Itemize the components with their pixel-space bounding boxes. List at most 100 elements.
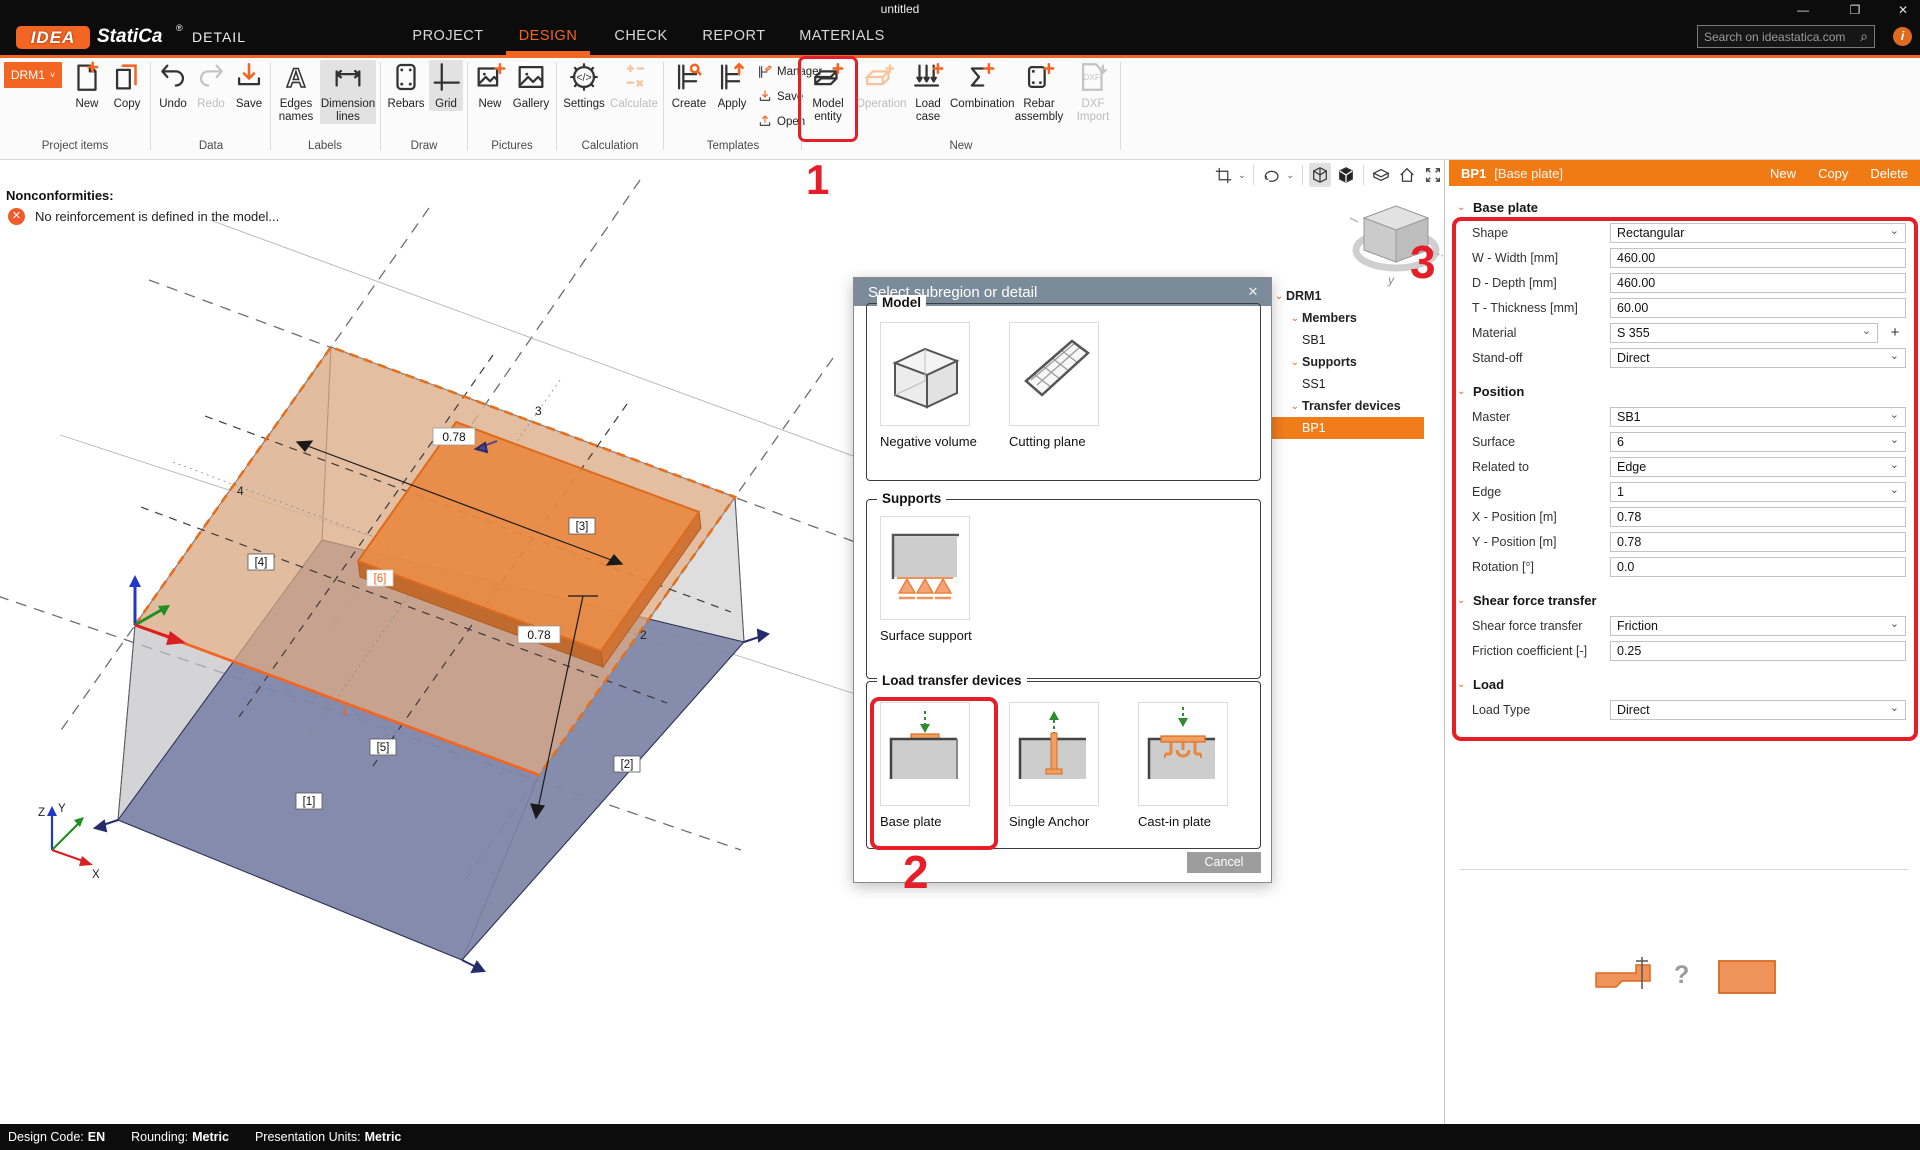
tree-item-sb1[interactable]: SB1 [1272, 329, 1444, 351]
template-create-button[interactable]: Create [668, 60, 710, 111]
section-header-shear-force-transfer[interactable]: ⌄ Shear force transfer [1457, 589, 1920, 611]
template-apply-button[interactable]: Apply [712, 60, 752, 111]
dialog-card-surface-support[interactable]: Surface support [880, 516, 970, 643]
chevron-down-icon: ⌄ [1457, 202, 1473, 213]
maximize-icon[interactable]: ❐ [1838, 0, 1872, 20]
dimension-lines-toggle[interactable]: Dimension lines [320, 60, 376, 124]
load-type-dropdown[interactable]: Direct [1610, 700, 1906, 720]
tab-project[interactable]: PROJECT [400, 20, 496, 55]
dialog-close-icon[interactable]: ✕ [1243, 282, 1263, 302]
redo-button[interactable]: Redo [193, 60, 229, 111]
section-header-position[interactable]: ⌄ Position [1457, 380, 1920, 402]
crop-dropdown-icon[interactable]: ⌄ [1238, 170, 1247, 181]
crop-view-icon[interactable] [1212, 163, 1234, 187]
material-dropdown[interactable]: S 355 [1610, 323, 1878, 343]
master-dropdown[interactable]: SB1 [1610, 407, 1906, 427]
rebar-assembly-button[interactable]: Rebar assembly [1010, 60, 1068, 124]
template-save-button[interactable]: Save [757, 89, 803, 105]
rotate-dropdown-icon[interactable]: ⌄ [1286, 170, 1295, 181]
model-entity-button[interactable]: Model entity [806, 60, 850, 124]
w-width-mm-input[interactable]: 460.00 [1610, 248, 1906, 268]
tree-group-members[interactable]: ⌄Members [1272, 307, 1444, 329]
section-header-load[interactable]: ⌄ Load [1457, 673, 1920, 695]
friction-coefficient-input[interactable]: 0.25 [1610, 641, 1906, 661]
combination-button[interactable]: Combination [950, 60, 1008, 111]
section-view-icon[interactable] [1370, 163, 1392, 187]
load-case-button[interactable]: Load case [908, 60, 948, 124]
dialog-card-base-plate[interactable]: Base plate [880, 702, 970, 829]
calculator-icon [609, 60, 659, 96]
property-label: Shape [1472, 226, 1610, 240]
tab-materials[interactable]: MATERIALS [790, 20, 894, 55]
wireframe-view-icon[interactable] [1309, 163, 1331, 187]
cancel-button[interactable]: Cancel [1187, 852, 1261, 873]
question-hint: ? [1674, 961, 1689, 990]
sigma-icon [950, 60, 1008, 96]
svg-text:[3]: [3] [576, 521, 589, 533]
calculate-button[interactable]: Calculate [609, 60, 659, 111]
close-icon[interactable]: ✕ [1886, 0, 1920, 20]
dxf-import-button[interactable]: DXF DXF Import [1070, 60, 1116, 124]
t-thickness-mm-input[interactable]: 60.00 [1610, 298, 1906, 318]
new-project-item-button[interactable]: New [68, 60, 106, 111]
save-button[interactable]: Save [231, 60, 267, 111]
dialog-group-load-transfer-devices: Load transfer devices Base plate Single … [866, 681, 1261, 849]
shape-dropdown[interactable]: Rectangular [1610, 223, 1906, 243]
undo-button[interactable]: Undo [155, 60, 191, 111]
shear-force-transfer-dropdown[interactable]: Friction [1610, 616, 1906, 636]
tree-item-ss1[interactable]: SS1 [1272, 373, 1444, 395]
template-apply-icon [712, 60, 752, 96]
surface-dropdown[interactable]: 6 [1610, 432, 1906, 452]
property-label: W - Width [mm] [1472, 251, 1610, 265]
copy-project-item-button[interactable]: Copy [108, 60, 146, 111]
x-position-m-input[interactable]: 0.78 [1610, 507, 1906, 527]
y-position-m-input[interactable]: 0.78 [1610, 532, 1906, 552]
operation-button[interactable]: Operation [856, 60, 904, 111]
solid-view-icon[interactable] [1335, 163, 1357, 187]
related-to-dropdown[interactable]: Edge [1610, 457, 1906, 477]
tab-report[interactable]: REPORT [692, 20, 776, 55]
tree-group-transfer-devices[interactable]: ⌄Transfer devices [1272, 395, 1444, 417]
fullscreen-icon[interactable] [1422, 163, 1444, 187]
nonconformity-item: ✕ No reinforcement is defined in the mod… [8, 208, 279, 225]
stand-off-dropdown[interactable]: Direct [1610, 348, 1906, 368]
tree-item-bp1[interactable]: BP1 [1272, 417, 1424, 439]
new-picture-button[interactable]: New [472, 60, 508, 111]
template-open-button[interactable]: Open [757, 114, 805, 130]
edges-names-toggle[interactable]: A Edges names [274, 60, 318, 124]
d-depth-mm-input[interactable]: 460.00 [1610, 273, 1906, 293]
gallery-button[interactable]: Gallery [510, 60, 552, 111]
property-panel: BP1 [Base plate] New Copy Delete ⌄ Base … [1449, 160, 1920, 1124]
panel-copy-button[interactable]: Copy [1818, 166, 1848, 181]
rotate-view-icon[interactable] [1260, 163, 1282, 187]
settings-button[interactable]: </> Settings [561, 60, 607, 111]
grid-toggle[interactable]: Grid [429, 60, 463, 111]
card-label: Single Anchor [1009, 814, 1099, 829]
dialog-card-cutting-plane[interactable]: Cutting plane [1009, 322, 1099, 449]
tab-design[interactable]: DESIGN [506, 20, 590, 55]
rebars-button[interactable]: Rebars [385, 60, 427, 111]
edge-dropdown[interactable]: 1 [1610, 482, 1906, 502]
picture-add-icon [472, 60, 508, 96]
tab-check[interactable]: CHECK [604, 20, 678, 55]
add-material-button[interactable]: + [1885, 323, 1905, 343]
tree-group-supports[interactable]: ⌄Supports [1272, 351, 1444, 373]
dialog-card-cast-in-plate[interactable]: Cast-in plate [1138, 702, 1228, 829]
info-icon[interactable]: i [1893, 27, 1912, 46]
navigation-cube[interactable]: y [1348, 192, 1444, 292]
project-item-selector[interactable]: DRM1˅ [4, 62, 62, 88]
tree-root-drm1[interactable]: ⌄DRM1 [1272, 285, 1444, 307]
model-viewport[interactable]: 0.78 0.78 [1] [2] [3] [4] [5] [0, 160, 1444, 1124]
dialog-card-negative-volume[interactable]: Negative volume [880, 322, 970, 449]
idea-logo: IDEA [16, 26, 90, 49]
search-input[interactable]: Search on ideastatica.com ⌕ [1697, 25, 1875, 48]
panel-new-button[interactable]: New [1770, 166, 1796, 181]
section-title: Shear force transfer [1473, 593, 1597, 608]
minimize-icon[interactable]: — [1786, 0, 1820, 20]
panel-delete-button[interactable]: Delete [1870, 166, 1908, 181]
dialog-card-single-anchor[interactable]: Single Anchor [1009, 702, 1099, 829]
section-header-base-plate[interactable]: ⌄ Base plate [1457, 196, 1920, 218]
home-view-icon[interactable] [1396, 163, 1418, 187]
nonconformity-message: No reinforcement is defined in the model… [35, 209, 279, 224]
rotation-input[interactable]: 0.0 [1610, 557, 1906, 577]
